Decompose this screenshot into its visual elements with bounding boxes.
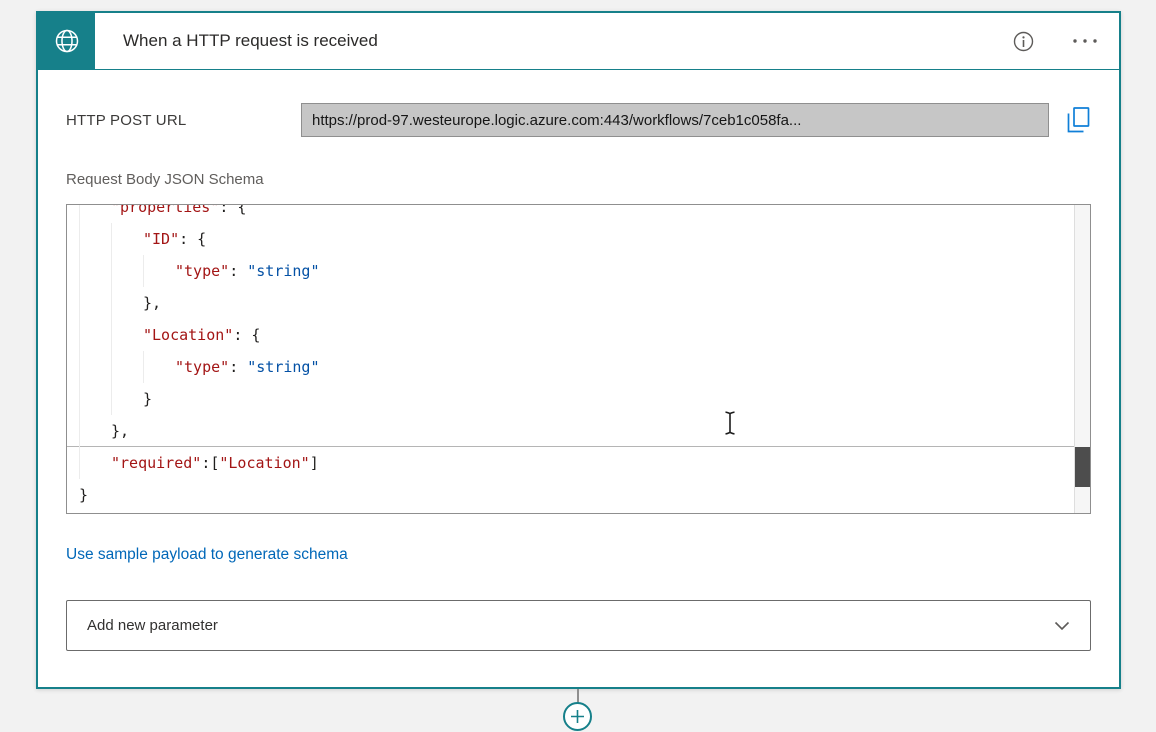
http-post-url-input[interactable]	[301, 103, 1049, 137]
menu-button[interactable]	[1065, 21, 1105, 61]
http-post-url-label: HTTP POST URL	[66, 112, 301, 129]
plus-icon	[570, 709, 585, 724]
trigger-card-body: HTTP POST URL Request Body JSON Schema "…	[38, 103, 1119, 651]
add-parameter-label: Add new parameter	[87, 617, 218, 634]
copy-icon	[1066, 106, 1091, 134]
schema-label: Request Body JSON Schema	[66, 171, 1091, 188]
code-line: "Location": {	[67, 319, 1074, 351]
code-line: "ID": {	[67, 223, 1074, 255]
globe-icon	[53, 27, 81, 55]
http-trigger-card: When a HTTP request is received HTTP POS…	[36, 11, 1121, 689]
editor-scrollbar-thumb[interactable]	[1075, 447, 1090, 487]
code-line: "required":["Location"]	[67, 447, 1074, 479]
code-line: },	[67, 415, 1074, 447]
add-step-button[interactable]	[563, 702, 592, 731]
code-line: "type": "string"	[67, 255, 1074, 287]
info-icon	[1013, 31, 1034, 52]
code-line: }	[67, 479, 1074, 511]
copy-url-button[interactable]	[1049, 106, 1091, 134]
schema-editor-code: "properties": {"ID": {"type": "string"},…	[67, 204, 1074, 511]
editor-scrollbar[interactable]	[1074, 205, 1090, 513]
chevron-down-icon	[1054, 621, 1070, 631]
logic-apps-designer-canvas: When a HTTP request is received HTTP POS…	[0, 0, 1156, 732]
trigger-title: When a HTTP request is received	[123, 31, 1003, 51]
use-sample-payload-link[interactable]: Use sample payload to generate schema	[66, 546, 348, 564]
add-parameter-dropdown[interactable]: Add new parameter	[66, 600, 1091, 651]
http-post-url-row: HTTP POST URL	[66, 103, 1091, 137]
schema-editor[interactable]: "properties": {"ID": {"type": "string"},…	[66, 204, 1091, 514]
connector-line	[577, 689, 579, 703]
ellipsis-icon	[1072, 38, 1098, 44]
http-trigger-icon	[38, 13, 95, 69]
info-button[interactable]	[1003, 21, 1043, 61]
code-line: }	[67, 383, 1074, 415]
code-line: "type": "string"	[67, 351, 1074, 383]
code-line: "properties": {	[67, 204, 1074, 223]
code-line: },	[67, 287, 1074, 319]
trigger-card-header[interactable]: When a HTTP request is received	[38, 13, 1119, 70]
